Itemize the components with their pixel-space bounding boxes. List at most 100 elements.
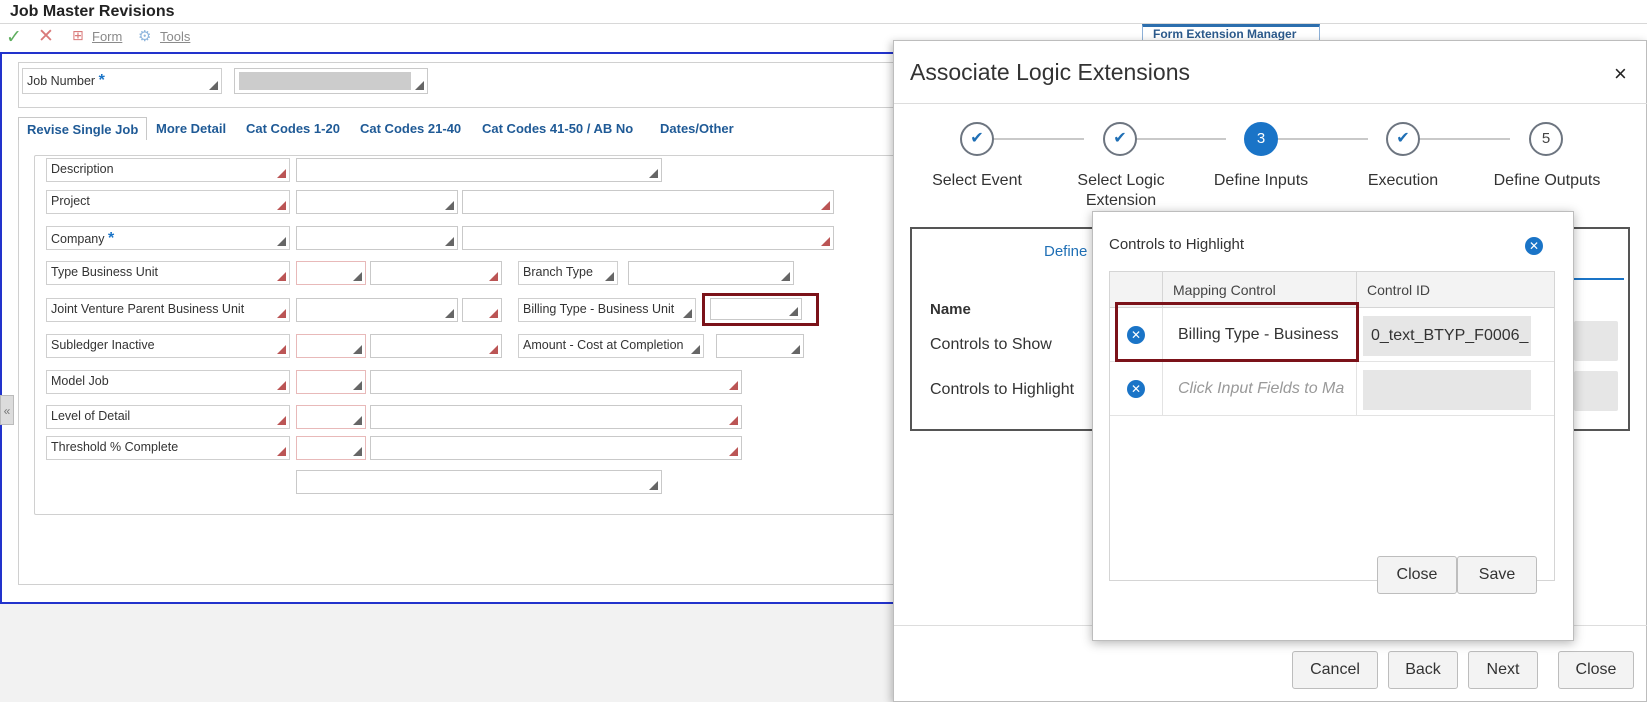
step-2-check-icon[interactable]: ✔ [1103, 122, 1137, 156]
name-label: Name [930, 301, 971, 318]
step-label-execution: Execution [1367, 172, 1439, 189]
resize-handle-icon [445, 309, 454, 318]
resize-handle-icon [445, 201, 454, 210]
dialog-title: Associate Logic Extensions [910, 59, 1190, 85]
controls-to-highlight-popup: Controls to Highlight ✕ Mapping Control … [1092, 211, 1574, 641]
remove-row-icon[interactable]: ✕ [1127, 380, 1145, 398]
subledger-inactive-input[interactable] [296, 334, 366, 358]
model-job-desc[interactable] [370, 370, 742, 394]
model-job-input[interactable] [296, 370, 366, 394]
tab-cat-codes-41-50[interactable]: Cat Codes 41-50 / AB No [474, 117, 641, 141]
controls-to-highlight-value[interactable] [1574, 371, 1618, 411]
resize-handle-icon [277, 416, 286, 425]
extra-input[interactable] [296, 470, 662, 494]
billing-type-bu-label: Billing Type - Business Unit [518, 298, 696, 322]
label-text: Subledger Inactive [51, 338, 155, 352]
label-text: Billing Type - Business Unit [523, 302, 675, 316]
popup-close-button[interactable]: Close [1377, 556, 1457, 594]
step-4-check-icon[interactable]: ✔ [1386, 122, 1420, 156]
popup-close-icon[interactable]: ✕ [1525, 237, 1543, 255]
app-title-bar: Job Master Revisions [0, 0, 1647, 24]
resize-handle-icon [353, 416, 362, 425]
branch-type-input[interactable] [628, 261, 794, 285]
resize-handle-icon [649, 169, 658, 178]
label-text: Amount - Cost at Completion [523, 338, 684, 352]
jv-parent-bu-input[interactable] [296, 298, 458, 322]
define-link[interactable]: Define [1044, 243, 1087, 260]
level-of-detail-desc[interactable] [370, 405, 742, 429]
cancel-x-icon[interactable]: ✕ [38, 25, 54, 48]
tab-dates-other[interactable]: Dates/Other [652, 117, 742, 141]
step-label-define-inputs: Define Inputs [1213, 172, 1309, 189]
tools-gear-icon: ⚙ [138, 28, 152, 45]
company-input[interactable] [296, 226, 458, 250]
resize-handle-icon [277, 201, 286, 210]
job-number-input[interactable] [234, 68, 428, 94]
resize-handle-icon [445, 237, 454, 246]
company-description-input[interactable] [462, 226, 834, 250]
company-label: Company * [46, 226, 290, 250]
label-text: Branch Type [523, 265, 593, 279]
resize-handle-icon [277, 309, 286, 318]
collapse-handle[interactable]: « [0, 395, 14, 425]
subledger-inactive-label: Subledger Inactive [46, 334, 290, 358]
jv-parent-bu-label: Joint Venture Parent Business Unit [46, 298, 290, 322]
step-3-number[interactable]: 3 [1244, 122, 1278, 156]
masked-value [239, 72, 411, 90]
threshold-complete-input[interactable] [296, 436, 366, 460]
step-1-check-icon[interactable]: ✔ [960, 122, 994, 156]
resize-handle-icon [781, 272, 790, 281]
tab-bar: Revise Single Job More Detail Cat Codes … [18, 117, 1018, 141]
popup-title: Controls to Highlight [1109, 236, 1245, 253]
ok-check-icon[interactable]: ✓ [6, 26, 22, 49]
table-row[interactable]: ✕ Click Input Fields to Ma [1110, 362, 1554, 416]
control-id-cell [1356, 362, 1554, 416]
step-5-number[interactable]: 5 [1529, 122, 1563, 156]
mapping-control-placeholder[interactable]: Click Input Fields to Ma [1162, 362, 1356, 416]
label-text: Joint Venture Parent Business Unit [51, 302, 245, 316]
dialog-close-button[interactable]: Close [1558, 651, 1634, 689]
description-input[interactable] [296, 158, 662, 182]
column-header-control-id: Control ID [1356, 272, 1554, 308]
next-button[interactable]: Next [1468, 651, 1538, 689]
resize-handle-icon [729, 381, 738, 390]
resize-handle-icon [691, 345, 700, 354]
form-menu[interactable]: Form [92, 29, 122, 44]
label-text: Company [51, 232, 105, 246]
amount-cost-completion-input[interactable] [716, 334, 804, 358]
resize-handle-icon [277, 345, 286, 354]
controls-to-highlight-label: Controls to Highlight [930, 381, 1075, 398]
highlighted-control-outline [702, 293, 819, 326]
project-input[interactable] [296, 190, 458, 214]
dialog-close-icon[interactable]: × [1614, 61, 1627, 87]
resize-handle-icon [415, 81, 424, 90]
type-business-unit-input[interactable] [296, 261, 366, 285]
resize-handle-icon [489, 309, 498, 318]
cancel-button[interactable]: Cancel [1292, 651, 1378, 689]
divider [894, 103, 1647, 104]
subledger-inactive-desc[interactable] [370, 334, 502, 358]
project-description-input[interactable] [462, 190, 834, 214]
resize-handle-icon [277, 237, 286, 246]
tab-more-detail[interactable]: More Detail [148, 117, 234, 141]
popup-save-button[interactable]: Save [1457, 556, 1537, 594]
highlighted-row-outline [1115, 302, 1359, 362]
back-button[interactable]: Back [1388, 651, 1458, 689]
app-title: Job Master Revisions [10, 3, 175, 20]
double-chevron-left-icon: « [3, 404, 11, 418]
tools-menu[interactable]: Tools [160, 29, 190, 44]
tab-cat-codes-1-20[interactable]: Cat Codes 1-20 [238, 117, 348, 141]
required-asterisk: * [98, 72, 105, 89]
job-number-label: Job Number * [22, 68, 222, 94]
control-id-value: 0_text_BTYP_F0006_ [1363, 316, 1531, 356]
level-of-detail-input[interactable] [296, 405, 366, 429]
tab-cat-codes-21-40[interactable]: Cat Codes 21-40 [352, 117, 469, 141]
label-text: Model Job [51, 374, 109, 388]
jv-parent-bu-desc[interactable] [462, 298, 502, 322]
tools-menu-label: Tools [160, 29, 191, 44]
step-label-select-event: Select Event [932, 172, 1022, 189]
controls-to-show-value[interactable] [1574, 321, 1618, 361]
threshold-complete-desc[interactable] [370, 436, 742, 460]
tab-revise-single-job[interactable]: Revise Single Job [18, 117, 148, 141]
type-business-unit-desc[interactable] [370, 261, 502, 285]
